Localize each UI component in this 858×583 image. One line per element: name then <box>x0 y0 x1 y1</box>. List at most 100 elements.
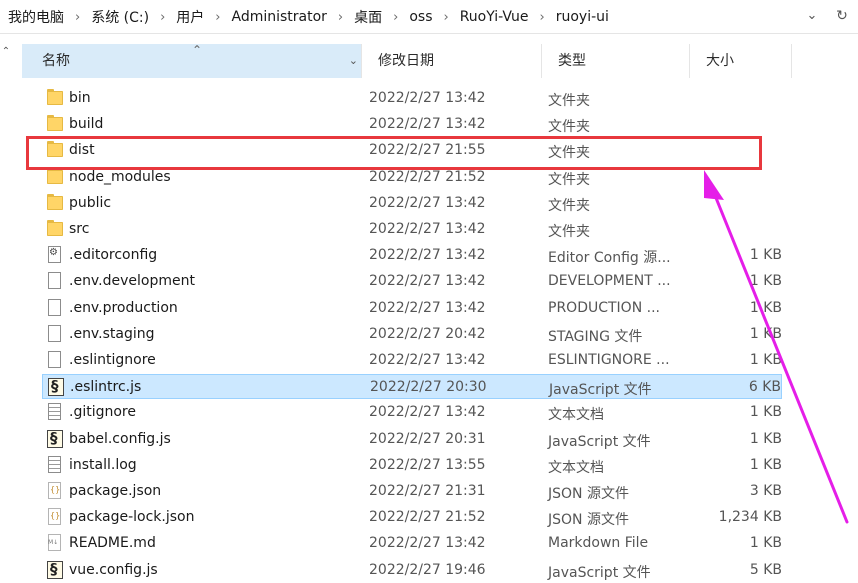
file-name: README.md <box>69 535 156 552</box>
file-name: .eslintignore <box>69 352 156 368</box>
breadcrumb-separator-icon[interactable]: › <box>384 10 407 25</box>
text-file-icon <box>46 455 64 475</box>
chevron-down-icon[interactable]: ⌄ <box>349 44 358 78</box>
column-header-type[interactable]: 类型 <box>542 44 690 78</box>
json-file-icon <box>46 482 64 501</box>
file-name: src <box>69 221 90 237</box>
refresh-icon[interactable]: ↻ <box>832 6 852 26</box>
file-row[interactable]: babel.config.js 2022/2/27 20:31 JavaScript… <box>42 427 782 452</box>
file-name: install.log <box>69 456 137 473</box>
file-size: 1 KB <box>749 430 782 447</box>
javascript-file-icon <box>47 377 65 397</box>
breadcrumb-separator-icon[interactable]: › <box>329 10 352 25</box>
file-type: 文本文档 <box>548 407 604 424</box>
folder-icon <box>46 141 64 160</box>
file-type: JSON 源文件 <box>548 512 629 529</box>
breadcrumb-users[interactable]: 用户 <box>174 7 206 27</box>
file-modified-date: 2022/2/27 13:42 <box>369 116 486 133</box>
file-name: .editorconfig <box>69 247 158 264</box>
file-type: PRODUCTION ... <box>548 299 660 316</box>
file-name: build <box>69 116 104 133</box>
file-row[interactable]: .gitignore 2022/2/27 13:42 文本文档 1 KB <box>42 400 782 425</box>
breadcrumb-system-drive[interactable]: 系统 (C:) <box>89 7 151 27</box>
file-modified-date: 2022/2/27 20:31 <box>369 430 486 447</box>
breadcrumb-ruoyi-vue[interactable]: RuoYi-Vue <box>458 9 531 25</box>
file-type: DEVELOPMENT ... <box>548 273 671 290</box>
file-name: .eslintrc.js <box>70 379 142 396</box>
file-size: 1 KB <box>749 299 782 316</box>
file-modified-date: 2022/2/27 13:42 <box>369 535 486 552</box>
breadcrumb-oss[interactable]: oss <box>407 9 434 25</box>
file-row[interactable]: vue.config.js 2022/2/27 19:46 JavaScript 文… <box>42 558 782 583</box>
file-row[interactable]: dist 2022/2/27 21:55 文件夹 <box>42 138 782 163</box>
file-type: 文件夹 <box>548 145 590 162</box>
file-size: 6 KB <box>748 379 781 396</box>
file-row[interactable]: bin 2022/2/27 13:42 文件夹 <box>42 86 782 111</box>
file-type: 文件夹 <box>548 197 590 214</box>
file-row[interactable]: .env.staging 2022/2/27 20:42 STAGING 文件 1 K… <box>42 322 782 347</box>
file-name: .env.development <box>69 273 195 290</box>
breadcrumb-separator-icon[interactable]: › <box>206 10 229 25</box>
file-size: 1 KB <box>749 325 782 342</box>
breadcrumb-administrator[interactable]: Administrator <box>229 9 328 25</box>
file-row[interactable]: .eslintignore 2022/2/27 13:42 ESLINTIGNORE… <box>42 348 782 373</box>
file-row[interactable]: .editorconfig 2022/2/27 13:42 Editor Confi… <box>42 243 782 268</box>
file-row[interactable]: build 2022/2/27 13:42 文件夹 <box>42 112 782 137</box>
breadcrumb-separator-icon[interactable]: › <box>531 10 554 25</box>
breadcrumb-separator-icon[interactable]: › <box>151 10 174 25</box>
file-size: 1 KB <box>749 404 782 421</box>
file-modified-date: 2022/2/27 13:42 <box>369 273 486 290</box>
blank-file-icon <box>46 272 64 291</box>
column-header-name-label: 名称 <box>42 53 70 69</box>
file-row[interactable]: package-lock.json 2022/2/27 21:52 JSON 源文件… <box>42 505 782 530</box>
file-modified-date: 2022/2/27 13:42 <box>369 90 486 106</box>
file-row[interactable]: install.log 2022/2/27 13:55 文本文档 1 KB <box>42 453 782 478</box>
file-name: .env.staging <box>69 325 155 342</box>
file-type: 文件夹 <box>548 119 590 136</box>
file-name: public <box>69 194 112 211</box>
breadcrumb-ruoyi-ui[interactable]: ruoyi-ui <box>554 9 611 25</box>
file-name: package.json <box>69 483 162 499</box>
folder-icon <box>46 115 64 134</box>
file-row[interactable]: package.json 2022/2/27 21:31 JSON 源文件 3 KB <box>42 479 782 504</box>
file-name: .gitignore <box>69 404 136 421</box>
column-header-name[interactable]: ⌃ 名称 ⌄ <box>22 43 362 78</box>
folder-icon <box>46 193 64 213</box>
file-row[interactable]: src 2022/2/27 13:42 文件夹 <box>42 217 782 242</box>
file-row[interactable]: node_modules 2022/2/27 21:52 文件夹 <box>42 165 782 190</box>
javascript-file-icon <box>46 560 64 580</box>
blank-file-icon <box>46 324 64 344</box>
breadcrumb: 我的电脑 › 系统 (C:) › 用户 › Administrator › 桌面… <box>6 7 611 27</box>
breadcrumb-desktop[interactable]: 桌面 <box>352 7 384 27</box>
file-row[interactable]: .env.development 2022/2/27 13:42 DEVELOPME… <box>42 269 782 294</box>
file-modified-date: 2022/2/27 19:46 <box>369 561 486 578</box>
scroll-up-icon[interactable]: ⌃ <box>0 46 12 60</box>
file-row[interactable]: README.md 2022/2/27 13:42 Markdown File 1 K… <box>42 531 782 556</box>
column-header-size[interactable]: 大小 <box>690 44 792 78</box>
address-bar[interactable]: 我的电脑 › 系统 (C:) › 用户 › Administrator › 桌面… <box>0 0 858 34</box>
file-type: JavaScript 文件 <box>548 433 651 450</box>
file-row[interactable]: .eslintrc.js 2022/2/27 20:30 JavaScript 文件… <box>42 374 782 400</box>
breadcrumb-separator-icon[interactable]: › <box>434 10 457 25</box>
sort-ascending-icon: ⌃ <box>192 43 203 57</box>
breadcrumb-my-computer[interactable]: 我的电脑 <box>6 7 66 27</box>
file-modified-date: 2022/2/27 13:42 <box>369 404 486 421</box>
file-name: vue.config.js <box>69 561 158 578</box>
file-type: Editor Config 源... <box>548 250 671 267</box>
chevron-down-icon[interactable]: ⌄ <box>802 6 822 26</box>
file-modified-date: 2022/2/27 21:52 <box>369 168 486 185</box>
file-type: JavaScript 文件 <box>548 564 651 581</box>
column-header-date[interactable]: 修改日期 <box>362 44 542 78</box>
file-size: 1 KB <box>749 535 782 552</box>
config-file-icon <box>46 246 64 265</box>
file-size: 3 KB <box>749 483 782 499</box>
file-name: dist <box>69 142 95 159</box>
file-size: 1 KB <box>749 352 782 368</box>
file-type: JavaScript 文件 <box>549 382 652 399</box>
file-modified-date: 2022/2/27 20:42 <box>369 325 486 342</box>
breadcrumb-separator-icon[interactable]: › <box>66 10 89 25</box>
file-modified-date: 2022/2/27 13:42 <box>369 299 486 316</box>
file-row[interactable]: public 2022/2/27 13:42 文件夹 <box>42 191 782 216</box>
column-header-date-label: 修改日期 <box>378 53 434 69</box>
file-row[interactable]: .env.production 2022/2/27 13:42 PRODUCTION… <box>42 296 782 321</box>
